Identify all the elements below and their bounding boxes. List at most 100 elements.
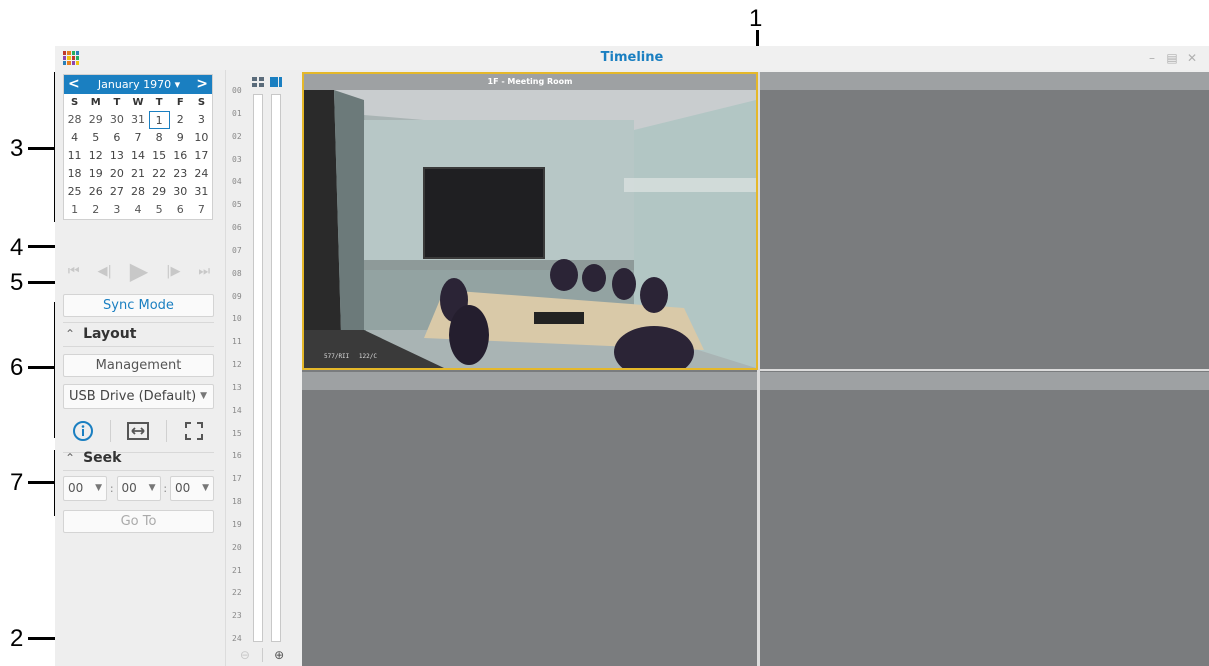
info-icon[interactable] — [70, 418, 96, 444]
callout-line — [28, 245, 58, 248]
calendar-day[interactable]: 18 — [64, 165, 85, 183]
timeline-track[interactable] — [253, 94, 263, 642]
calendar-day[interactable]: 4 — [64, 129, 85, 147]
window-title: Timeline — [600, 50, 664, 65]
calendar-day[interactable]: 2 — [170, 111, 191, 129]
maximize-icon[interactable]: ▤ — [1163, 49, 1181, 67]
camera-pane-selected[interactable]: 1F - Meeting Room 577/RII 122/C — [302, 72, 758, 370]
calendar-day[interactable]: 8 — [149, 129, 170, 147]
close-icon[interactable]: ✕ — [1183, 49, 1201, 67]
camera-osd-text: 577/RII 122/C — [324, 353, 377, 360]
calendar-day[interactable]: 20 — [106, 165, 127, 183]
calendar-day[interactable]: 17 — [191, 147, 212, 165]
calendar-day[interactable]: 28 — [64, 111, 85, 129]
calendar-day[interactable]: 14 — [127, 147, 148, 165]
chevron-down-icon: ▼ — [95, 483, 102, 493]
callout-number: 1 — [749, 5, 763, 32]
skip-to-start-icon[interactable]: ⏮ — [68, 264, 80, 279]
calendar-day[interactable]: 22 — [149, 165, 170, 183]
calendar-day[interactable]: 25 — [64, 183, 85, 201]
osd-right: 122/C — [358, 353, 377, 360]
next-frame-icon[interactable]: |▶ — [166, 264, 180, 279]
storage-select[interactable]: USB Drive (Default) ▼ — [63, 384, 214, 409]
weekday-label: T — [155, 97, 163, 108]
calendar-day[interactable]: 1 — [64, 201, 85, 219]
calendar-week: 28 29 30 31 1 2 3 — [64, 111, 212, 129]
zoom-out-icon[interactable]: ⊖ — [240, 648, 250, 662]
divider — [165, 420, 167, 442]
calendar-day[interactable]: 10 — [191, 129, 212, 147]
calendar-day[interactable]: 19 — [85, 165, 106, 183]
time-separator: : — [163, 482, 168, 495]
calendar-day[interactable]: 6 — [170, 201, 191, 219]
calendar-day[interactable]: 7 — [127, 129, 148, 147]
calendar-day[interactable]: 23 — [170, 165, 191, 183]
minute-select[interactable]: 00 ▼ — [116, 476, 161, 501]
calendar-day[interactable]: 30 — [170, 183, 191, 201]
management-button[interactable]: Management — [63, 354, 214, 377]
camera-pane-title-bar — [302, 372, 758, 390]
calendar-day[interactable]: 12 — [85, 147, 106, 165]
month-selector[interactable]: January 1970 ▾ — [64, 78, 214, 91]
layout-section-header[interactable]: ⌃ Layout — [65, 326, 136, 342]
calendar-day[interactable]: 16 — [170, 147, 191, 165]
camera-pane-title-bar — [760, 372, 1209, 390]
calendar-day[interactable]: 29 — [85, 111, 106, 129]
calendar-day[interactable]: 13 — [106, 147, 127, 165]
grid-view-icon[interactable] — [252, 72, 264, 91]
calendar-day[interactable]: 28 — [127, 183, 148, 201]
calendar-day[interactable]: 5 — [149, 201, 170, 219]
calendar-day[interactable]: 30 — [106, 111, 127, 129]
calendar-day[interactable]: 26 — [85, 183, 106, 201]
second-select[interactable]: 00 ▼ — [170, 476, 214, 501]
go-to-button[interactable]: Go To — [63, 510, 214, 533]
single-view-icon[interactable] — [270, 72, 282, 91]
calendar-day[interactable]: 31 — [127, 111, 148, 129]
hour-select[interactable]: 00 ▼ — [63, 476, 107, 501]
camera-feed-image — [304, 90, 756, 368]
timeline-view-toggle — [252, 72, 282, 91]
timeline-hour-label: 12 — [232, 360, 242, 369]
calendar-day[interactable]: 6 — [106, 129, 127, 147]
calendar-day[interactable]: 4 — [127, 201, 148, 219]
timeline-hour-label: 24 — [232, 634, 242, 643]
timeline-track[interactable] — [271, 94, 281, 642]
timeline-hour-label: 09 — [232, 291, 242, 301]
fullscreen-icon[interactable] — [181, 418, 207, 444]
calendar-day[interactable]: 2 — [85, 201, 106, 219]
calendar-day[interactable]: 31 — [191, 183, 212, 201]
skip-to-end-icon[interactable]: ⏭ — [198, 264, 210, 279]
calendar-day[interactable]: 7 — [191, 201, 212, 219]
timeline-hour-label: 15 — [232, 428, 242, 438]
calendar-day-selected[interactable]: 1 — [148, 111, 170, 129]
weekday-label: T — [113, 97, 121, 108]
next-month-button[interactable]: > — [196, 76, 208, 92]
zoom-in-icon[interactable]: ⊕ — [274, 648, 284, 662]
calendar-day[interactable]: 27 — [106, 183, 127, 201]
divider — [261, 648, 263, 662]
calendar-day[interactable]: 9 — [170, 129, 191, 147]
calendar-week: 4 5 6 7 8 9 10 — [64, 129, 212, 147]
storage-select-value: USB Drive (Default) — [69, 389, 197, 404]
seek-section-header[interactable]: ⌃ Seek — [65, 450, 121, 466]
calendar-day[interactable]: 21 — [127, 165, 148, 183]
previous-frame-icon[interactable]: ◀| — [97, 264, 111, 279]
calendar-day[interactable]: 29 — [149, 183, 170, 201]
minimize-icon[interactable]: – — [1143, 49, 1161, 67]
play-icon[interactable]: ▶ — [130, 257, 148, 285]
second-value: 00 — [175, 481, 191, 495]
divider — [63, 470, 214, 471]
callout-number: 2 — [10, 625, 24, 652]
fit-width-icon[interactable] — [125, 418, 151, 444]
calendar-day[interactable]: 24 — [191, 165, 212, 183]
callout-line — [28, 366, 56, 369]
calendar-day[interactable]: 3 — [106, 201, 127, 219]
timeline-hour-label: 06 — [232, 223, 242, 232]
calendar-day[interactable]: 3 — [191, 111, 212, 129]
timeline-hour-label: 18 — [232, 497, 242, 506]
timeline-hour-label: 00 — [232, 86, 242, 95]
calendar-day[interactable]: 15 — [149, 147, 170, 165]
calendar-day[interactable]: 5 — [85, 129, 106, 147]
sync-mode-button[interactable]: Sync Mode — [63, 294, 214, 317]
calendar-day[interactable]: 11 — [64, 147, 85, 165]
